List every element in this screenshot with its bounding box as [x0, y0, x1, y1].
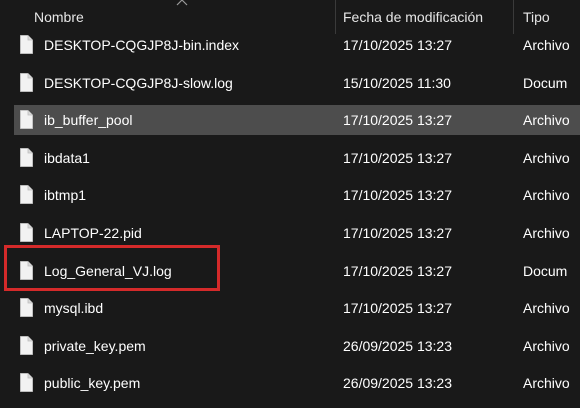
file-modified-date: 17/10/2025 13:27: [343, 149, 452, 166]
file-type: Archivo: [523, 225, 570, 241]
file-name: LAPTOP-22.pid: [44, 225, 142, 241]
file-icon: [20, 335, 33, 355]
file-type: Archivo: [523, 375, 570, 392]
column-header-name[interactable]: Nombre: [0, 0, 335, 34]
file-modified-date: 17/10/2025 13:27: [343, 262, 452, 279]
file-name: private_key.pem: [44, 337, 146, 354]
file-modified-date: 26/09/2025 13:23: [343, 375, 452, 392]
file-modified-date: 15/10/2025 11:30: [343, 74, 451, 91]
file-type: Archivo: [523, 300, 570, 317]
file-name: DESKTOP-CQGJP8J-slow.log: [44, 74, 233, 91]
file-type: Archivo: [523, 37, 570, 53]
file-type: Archivo: [523, 112, 570, 129]
file-name: DESKTOP-CQGJP8J-bin.index: [44, 37, 240, 53]
file-row[interactable]: ib_buffer_pool 17/10/2025 13:27 Archivo: [14, 105, 580, 136]
chevron-up-icon: [176, 0, 188, 6]
column-header-name-label: Nombre: [34, 9, 84, 25]
file-icon: [20, 223, 33, 242]
file-icon: [20, 185, 33, 205]
file-row[interactable]: public_key.pem 26/09/2025 13:23 Archivo: [14, 368, 580, 398]
file-name: mysql.ibd: [44, 300, 104, 317]
file-row[interactable]: ibdata1 17/10/2025 13:27 Archivo: [14, 143, 580, 173]
file-modified-date: 26/09/2025 13:23: [343, 337, 452, 354]
file-row[interactable]: private_key.pem 26/09/2025 13:23 Archivo: [14, 331, 580, 361]
file-name: public_key.pem: [44, 375, 141, 392]
file-icon: [20, 373, 33, 393]
file-icon: [20, 110, 33, 130]
file-modified-date: 17/10/2025 13:27: [343, 112, 452, 129]
file-modified-date: 17/10/2025 13:27: [343, 225, 452, 241]
file-icon: [20, 72, 33, 92]
file-row[interactable]: LAPTOP-22.pid 17/10/2025 13:27 Archivo: [14, 218, 580, 248]
column-header-date[interactable]: Fecha de modificación: [335, 0, 513, 34]
file-icon: [20, 35, 33, 54]
file-name: ib_buffer_pool: [44, 112, 133, 129]
file-row[interactable]: ibtmp1 17/10/2025 13:27 Archivo: [14, 180, 580, 210]
column-header-date-label: Fecha de modificación: [343, 9, 484, 25]
file-name: Log_General_VJ.log: [44, 262, 172, 279]
file-modified-date: 17/10/2025 13:27: [343, 187, 452, 204]
file-icon: [20, 260, 33, 280]
file-row[interactable]: DESKTOP-CQGJP8J-bin.index 17/10/2025 13:…: [14, 30, 580, 60]
file-modified-date: 17/10/2025 13:27: [343, 37, 452, 53]
column-header-bar: Nombre Fecha de modificación Tipo: [0, 0, 580, 34]
file-type: Archivo: [523, 337, 570, 354]
file-icon: [20, 298, 33, 318]
file-icon: [20, 147, 33, 167]
file-row[interactable]: Log_General_VJ.log 17/10/2025 13:27 Docu…: [14, 256, 580, 286]
file-name: ibdata1: [44, 149, 90, 166]
file-row[interactable]: mysql.ibd 17/10/2025 13:27 Archivo: [14, 293, 580, 323]
file-type: Archivo: [523, 187, 570, 204]
file-name: ibtmp1: [44, 187, 87, 204]
file-explorer-list: Nombre Fecha de modificación Tipo DESKTO…: [0, 0, 580, 408]
column-header-type[interactable]: Tipo: [513, 0, 580, 34]
file-row[interactable]: DESKTOP-CQGJP8J-slow.log 15/10/2025 11:3…: [14, 68, 580, 98]
column-header-type-label: Tipo: [523, 9, 550, 25]
file-type: Docum: [523, 262, 568, 279]
file-type: Docum: [523, 74, 568, 91]
file-modified-date: 17/10/2025 13:27: [343, 300, 452, 317]
file-type: Archivo: [523, 149, 570, 166]
